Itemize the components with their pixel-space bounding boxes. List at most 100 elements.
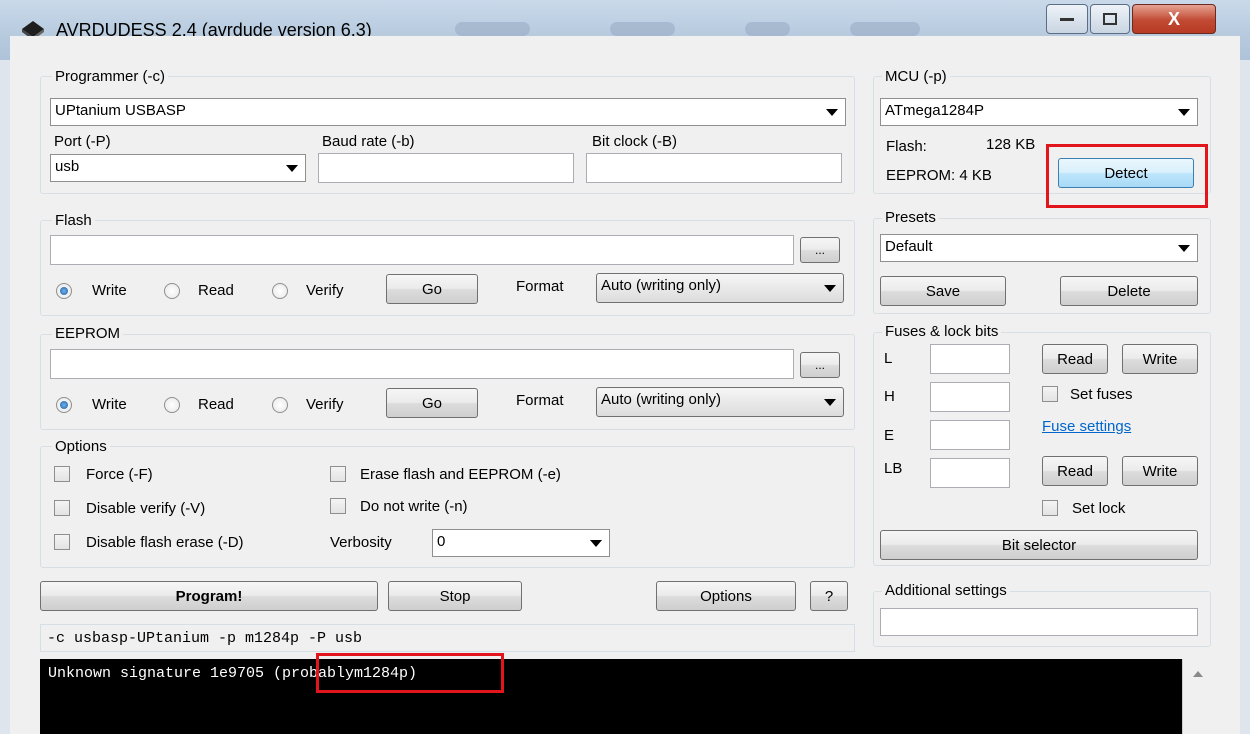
- flash-format-value: Auto (writing only): [601, 277, 722, 294]
- eeprom-file-input[interactable]: [50, 349, 794, 379]
- set-lock-label: Set lock: [1072, 500, 1126, 517]
- preset-save-button[interactable]: Save: [880, 276, 1006, 306]
- programmer-select-value: UPtanium USBASP: [55, 102, 186, 119]
- disable-verify-checkbox[interactable]: [54, 500, 70, 516]
- flash-read-radio[interactable]: [164, 283, 180, 299]
- bit-selector-button[interactable]: Bit selector: [880, 530, 1198, 560]
- lock-read-button[interactable]: Read: [1042, 456, 1108, 486]
- flash-format-label: Format: [516, 278, 564, 295]
- do-not-write-checkbox[interactable]: [330, 498, 346, 514]
- fuse-e-input[interactable]: [930, 420, 1010, 450]
- mcu-select[interactable]: ATmega1284P: [880, 98, 1198, 126]
- help-button[interactable]: ?: [810, 581, 848, 611]
- eeprom-group-label: EEPROM: [52, 325, 124, 342]
- programmer-select[interactable]: UPtanium USBASP: [50, 98, 846, 126]
- fuse-h-label: H: [884, 388, 895, 405]
- command-line-display: -c usbasp-UPtanium -p m1284p -P usb: [40, 624, 855, 652]
- fuses-group-label: Fuses & lock bits: [882, 323, 1002, 340]
- erase-chip-checkbox[interactable]: [330, 466, 346, 482]
- title-bar-blur: [610, 22, 675, 36]
- verbosity-value: 0: [437, 533, 446, 550]
- erase-chip-label: Erase flash and EEPROM (-e): [360, 466, 561, 483]
- set-fuses-label: Set fuses: [1070, 386, 1133, 403]
- highlight-box: [1046, 144, 1208, 208]
- flash-go-button[interactable]: Go: [386, 274, 478, 304]
- fuse-read-button[interactable]: Read: [1042, 344, 1108, 374]
- programmer-group-label: Programmer (-c): [52, 68, 169, 85]
- flash-browse-button[interactable]: ...: [800, 237, 840, 263]
- eeprom-read-radio[interactable]: [164, 397, 180, 413]
- fuse-settings-link[interactable]: Fuse settings: [1042, 418, 1131, 435]
- program-button[interactable]: Program!: [40, 581, 378, 611]
- flash-format-select[interactable]: Auto (writing only): [596, 273, 844, 303]
- minimize-button[interactable]: [1046, 4, 1088, 34]
- fuse-e-label: E: [884, 427, 895, 444]
- eeprom-write-radio[interactable]: [56, 397, 72, 413]
- presets-group-label: Presets: [882, 209, 939, 226]
- eeprom-go-button[interactable]: Go: [386, 388, 478, 418]
- bit-clock-label: Bit clock (-B): [592, 133, 678, 150]
- chevron-down-icon: [1178, 245, 1190, 252]
- set-lock-checkbox[interactable]: [1042, 500, 1058, 516]
- fuse-write-button[interactable]: Write: [1122, 344, 1198, 374]
- app-window: AVRDUDESS 2.4 (avrdude version 6.3) X Pr…: [0, 0, 1250, 734]
- mcu-select-value: ATmega1284P: [885, 102, 984, 119]
- title-bar-blur: [745, 22, 790, 36]
- flash-file-input[interactable]: [50, 235, 794, 265]
- port-select-value: usb: [55, 158, 80, 175]
- fuse-l-label: L: [884, 350, 893, 367]
- presets-select[interactable]: Default: [880, 234, 1198, 262]
- flash-read-label: Read: [198, 282, 234, 299]
- additional-settings-input[interactable]: [880, 608, 1198, 636]
- chevron-down-icon: [826, 109, 838, 116]
- set-fuses-checkbox[interactable]: [1042, 386, 1058, 402]
- chevron-down-icon: [590, 540, 602, 547]
- title-bar-blur: [455, 22, 530, 36]
- eeprom-browse-button[interactable]: ...: [800, 352, 840, 378]
- lock-write-button[interactable]: Write: [1122, 456, 1198, 486]
- console-output[interactable]: Unknown signature 1e9705 (probablym1284p…: [40, 659, 1212, 734]
- close-button[interactable]: X: [1132, 4, 1216, 34]
- flash-verify-radio[interactable]: [272, 283, 288, 299]
- do-not-write-label: Do not write (-n): [360, 498, 468, 515]
- baud-rate-input[interactable]: [318, 153, 574, 183]
- fuse-l-input[interactable]: [930, 344, 1010, 374]
- lock-bits-label: LB: [884, 460, 903, 477]
- eeprom-verify-radio[interactable]: [272, 397, 288, 413]
- bit-clock-input[interactable]: [586, 153, 842, 183]
- close-icon: X: [1167, 8, 1180, 29]
- disable-flash-erase-checkbox[interactable]: [54, 534, 70, 550]
- options-button[interactable]: Options: [656, 581, 796, 611]
- eeprom-format-select[interactable]: Auto (writing only): [596, 387, 844, 417]
- flash-write-radio[interactable]: [56, 283, 72, 299]
- eeprom-format-label: Format: [516, 392, 564, 409]
- window-controls: X: [1046, 4, 1218, 34]
- stop-button[interactable]: Stop: [388, 581, 522, 611]
- force-label: Force (-F): [86, 466, 153, 483]
- mcu-group-label: MCU (-p): [882, 68, 950, 85]
- verbosity-select[interactable]: 0: [432, 529, 610, 557]
- presets-select-value: Default: [885, 238, 933, 255]
- baud-rate-label: Baud rate (-b): [322, 133, 415, 150]
- port-select[interactable]: usb: [50, 154, 306, 182]
- lock-bits-input[interactable]: [930, 458, 1010, 488]
- highlight-box: [316, 653, 504, 693]
- preset-delete-button[interactable]: Delete: [1060, 276, 1198, 306]
- disable-verify-label: Disable verify (-V): [86, 500, 206, 517]
- eeprom-read-label: Read: [198, 396, 234, 413]
- console-scrollbar[interactable]: [1182, 659, 1212, 734]
- force-checkbox[interactable]: [54, 466, 70, 482]
- maximize-icon: [1103, 13, 1117, 25]
- chevron-down-icon: [824, 285, 836, 292]
- flash-size-label: Flash:: [886, 138, 927, 155]
- flash-group-label: Flash: [52, 212, 95, 229]
- chevron-down-icon: [1178, 109, 1190, 116]
- flash-size-value: 128 KB: [986, 136, 1036, 153]
- maximize-button[interactable]: [1090, 4, 1130, 34]
- fuse-h-input[interactable]: [930, 382, 1010, 412]
- title-bar-blur: [850, 22, 920, 36]
- disable-flash-erase-label: Disable flash erase (-D): [86, 534, 244, 551]
- verbosity-label: Verbosity: [330, 534, 392, 551]
- eeprom-format-value: Auto (writing only): [601, 391, 722, 408]
- port-label: Port (-P): [54, 133, 111, 150]
